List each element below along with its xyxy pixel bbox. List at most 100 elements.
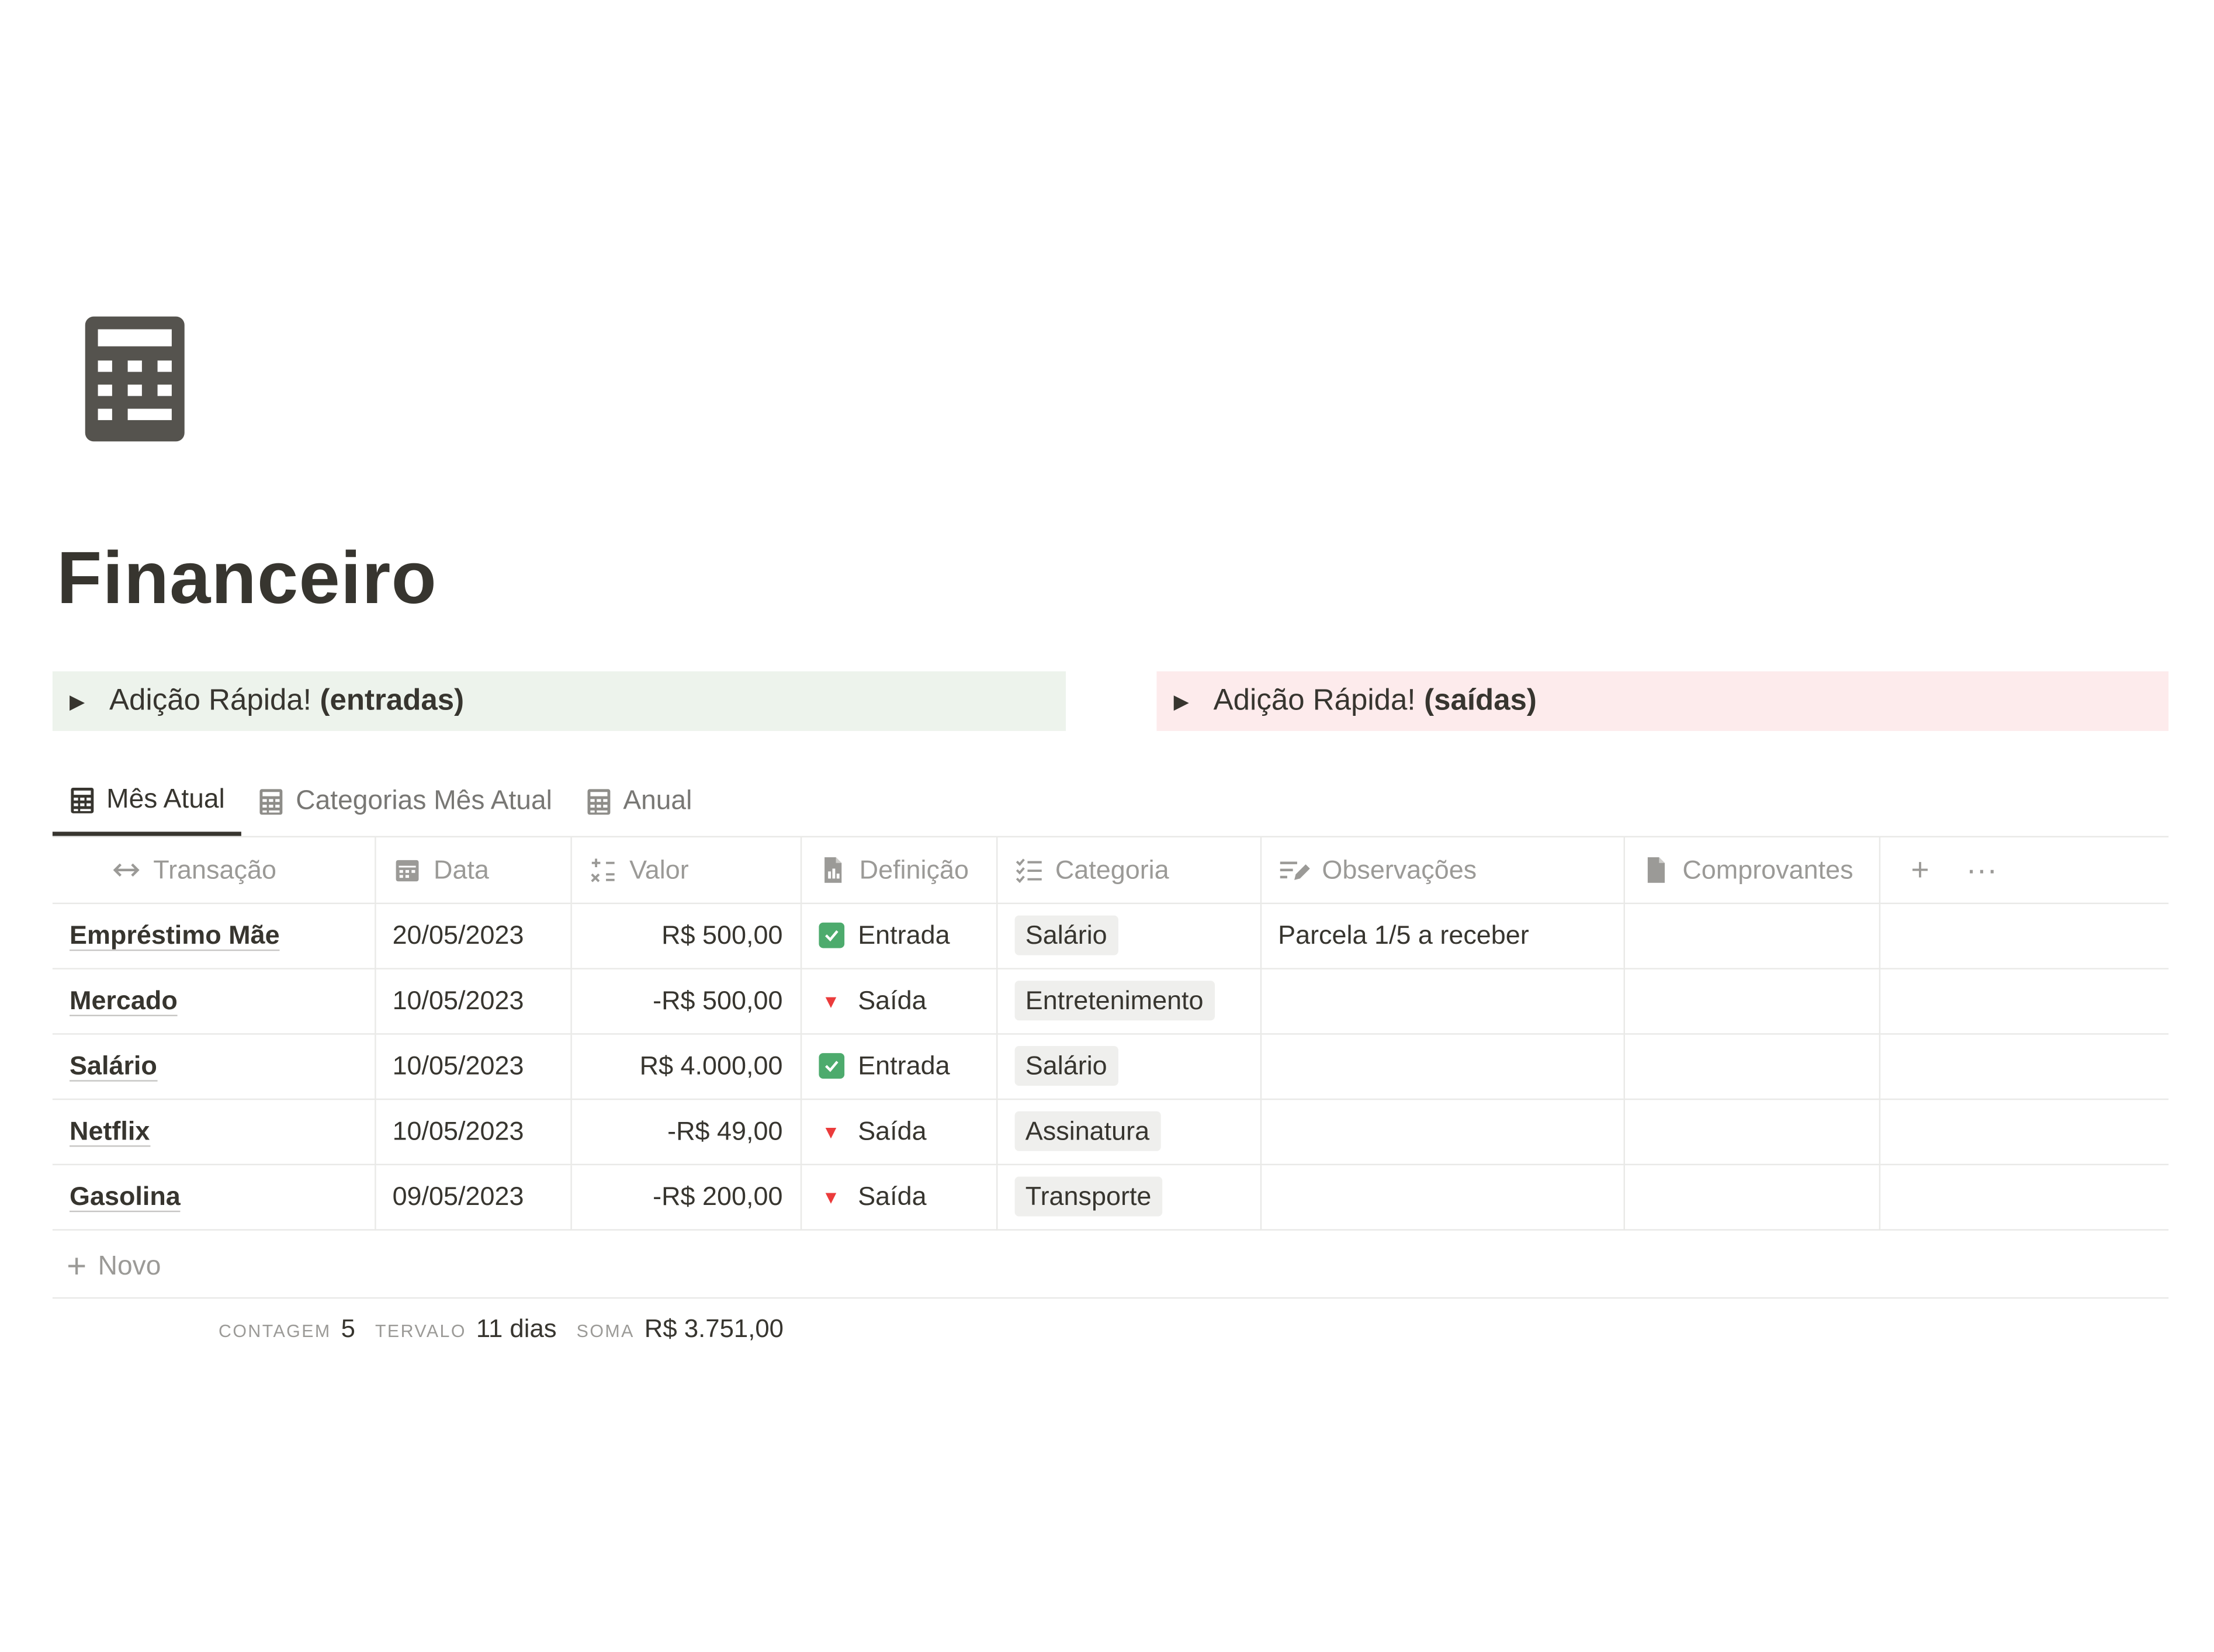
receipts-cell[interactable] xyxy=(1623,1098,1880,1165)
table-row[interactable]: Empréstimo Mãe 20/05/2023 R$ 500,00 Entr… xyxy=(52,902,2169,969)
formula-icon xyxy=(590,858,614,882)
receipts-cell[interactable] xyxy=(1623,1033,1880,1100)
category-tag: Transporte xyxy=(1014,1176,1163,1217)
table-header-row: Transação Data Valor Definição Categoria… xyxy=(52,837,2169,903)
category-tag: Salário xyxy=(1014,1046,1119,1086)
column-actions: + ··· xyxy=(1879,837,2169,903)
triangle-down-icon: ▼ xyxy=(822,1120,840,1142)
tab-label: Anual xyxy=(623,786,692,816)
category-cell[interactable]: Entretenimento xyxy=(996,968,1261,1034)
date-cell[interactable]: 10/05/2023 xyxy=(375,968,571,1034)
tab-label: Categorias Mês Atual xyxy=(296,786,552,816)
toggle-label-bold: (saídas) xyxy=(1424,684,1537,717)
value-cell[interactable]: -R$ 49,00 xyxy=(570,1098,802,1165)
column-header-data[interactable]: Data xyxy=(375,837,571,903)
sum-aggregation[interactable]: SOMA R$ 3.751,00 xyxy=(577,1314,784,1344)
definition-cell[interactable]: Entrada xyxy=(800,1033,997,1100)
empty-cell xyxy=(1879,968,2169,1034)
add-column-icon[interactable]: + xyxy=(1911,851,1929,888)
category-tag: Assinatura xyxy=(1014,1111,1161,1151)
triangle-right-icon[interactable]: ▶ xyxy=(70,689,109,713)
definition-cell[interactable]: ▼ Saída xyxy=(800,1098,997,1165)
notes-cell[interactable]: Parcela 1/5 a receber xyxy=(1260,902,1624,969)
tab-anual[interactable]: Anual xyxy=(569,768,709,836)
date-cell[interactable]: 20/05/2023 xyxy=(375,902,571,969)
check-icon xyxy=(818,1053,844,1079)
tab-mes-atual[interactable]: Mês Atual xyxy=(52,768,242,836)
new-row-label: Novo xyxy=(98,1252,161,1282)
check-icon xyxy=(818,922,844,948)
range-aggregation[interactable]: TERVALO 11 dias xyxy=(375,1314,557,1344)
category-cell[interactable]: Salário xyxy=(996,1033,1261,1100)
file-icon xyxy=(1647,857,1664,883)
category-tag: Salário xyxy=(1014,915,1119,955)
transaction-name-cell[interactable]: Mercado xyxy=(52,968,376,1034)
column-header-comprovantes[interactable]: Comprovantes xyxy=(1623,837,1880,903)
notes-cell[interactable] xyxy=(1260,968,1624,1034)
value-cell[interactable]: -R$ 500,00 xyxy=(570,968,802,1034)
receipts-cell[interactable] xyxy=(1623,1163,1880,1230)
column-header-valor[interactable]: Valor xyxy=(570,837,802,903)
toggle-label-bold: (entradas) xyxy=(320,684,465,717)
definition-cell[interactable]: Entrada xyxy=(800,902,997,969)
value-cell[interactable]: R$ 500,00 xyxy=(570,902,802,969)
definition-cell[interactable]: ▼ Saída xyxy=(800,968,997,1034)
table-icon xyxy=(71,787,94,813)
date-cell[interactable]: 10/05/2023 xyxy=(375,1033,571,1100)
toggle-label: Adição Rápida! xyxy=(1213,684,1416,717)
calculator-icon[interactable] xyxy=(82,314,188,444)
receipts-cell[interactable] xyxy=(1623,968,1880,1034)
triangle-right-icon[interactable]: ▶ xyxy=(1174,689,1214,713)
table-icon xyxy=(587,789,611,815)
notes-cell[interactable] xyxy=(1260,1163,1624,1230)
view-tabs: Mês Atual Categorias Mês Atual Anual xyxy=(52,768,709,836)
checklist-icon xyxy=(1015,858,1041,883)
transactions-table: Transação Data Valor Definição Categoria… xyxy=(52,837,2169,1230)
plus-icon: + xyxy=(67,1247,87,1286)
calendar-icon xyxy=(395,860,418,881)
empty-cell xyxy=(1879,1163,2169,1230)
transaction-name-cell[interactable]: Salário xyxy=(52,1033,376,1100)
date-cell[interactable]: 10/05/2023 xyxy=(375,1098,571,1165)
empty-cell xyxy=(1879,1033,2169,1100)
quick-add-saidas-toggle[interactable]: ▶ Adição Rápida! (saídas) xyxy=(1156,671,2169,731)
column-header-categoria[interactable]: Categoria xyxy=(996,837,1261,903)
count-aggregation[interactable]: CONTAGEM 5 xyxy=(219,1314,355,1344)
table-row[interactable]: Salário 10/05/2023 R$ 4.000,00 Entrada S… xyxy=(52,1033,2169,1100)
table-row[interactable]: Gasolina 09/05/2023 -R$ 200,00 ▼ Saída T… xyxy=(52,1163,2169,1230)
tab-categorias-mes-atual[interactable]: Categorias Mês Atual xyxy=(242,768,569,836)
notes-cell[interactable] xyxy=(1260,1033,1624,1100)
tab-label: Mês Atual xyxy=(106,784,225,814)
quick-add-entradas-toggle[interactable]: ▶ Adição Rápida! (entradas) xyxy=(52,671,1066,731)
document-icon xyxy=(823,857,841,883)
table-row[interactable]: Mercado 10/05/2023 -R$ 500,00 ▼ Saída En… xyxy=(52,968,2169,1034)
table-row[interactable]: Netflix 10/05/2023 -R$ 49,00 ▼ Saída Ass… xyxy=(52,1098,2169,1165)
column-header-transacao[interactable]: Transação xyxy=(52,837,376,903)
transaction-name-cell[interactable]: Netflix xyxy=(52,1098,376,1165)
more-options-icon[interactable]: ··· xyxy=(1966,851,1997,888)
notes-cell[interactable] xyxy=(1260,1098,1624,1165)
column-header-definicao[interactable]: Definição xyxy=(800,837,997,903)
category-tag: Entretenimento xyxy=(1014,981,1215,1021)
category-cell[interactable]: Transporte xyxy=(996,1163,1261,1230)
triangle-down-icon: ▼ xyxy=(822,990,840,1012)
page-title: Financeiro xyxy=(57,538,437,621)
edit-lines-icon xyxy=(1279,861,1309,880)
value-cell[interactable]: R$ 4.000,00 xyxy=(570,1033,802,1100)
definition-cell[interactable]: ▼ Saída xyxy=(800,1163,997,1230)
table-icon xyxy=(260,789,283,815)
value-cell[interactable]: -R$ 200,00 xyxy=(570,1163,802,1230)
table-summary: CONTAGEM 5 TERVALO 11 dias SOMA R$ 3.751… xyxy=(219,1314,792,1344)
arrows-horizontal-icon xyxy=(113,863,140,877)
empty-cell xyxy=(1879,902,2169,969)
category-cell[interactable]: Salário xyxy=(996,902,1261,969)
triangle-down-icon: ▼ xyxy=(822,1186,840,1207)
empty-cell xyxy=(1879,1098,2169,1165)
transaction-name-cell[interactable]: Gasolina xyxy=(52,1163,376,1230)
receipts-cell[interactable] xyxy=(1623,902,1880,969)
transaction-name-cell[interactable]: Empréstimo Mãe xyxy=(52,902,376,969)
category-cell[interactable]: Assinatura xyxy=(996,1098,1261,1165)
column-header-observacoes[interactable]: Observações xyxy=(1260,837,1624,903)
new-row-button[interactable]: + Novo xyxy=(52,1238,2169,1299)
date-cell[interactable]: 09/05/2023 xyxy=(375,1163,571,1230)
